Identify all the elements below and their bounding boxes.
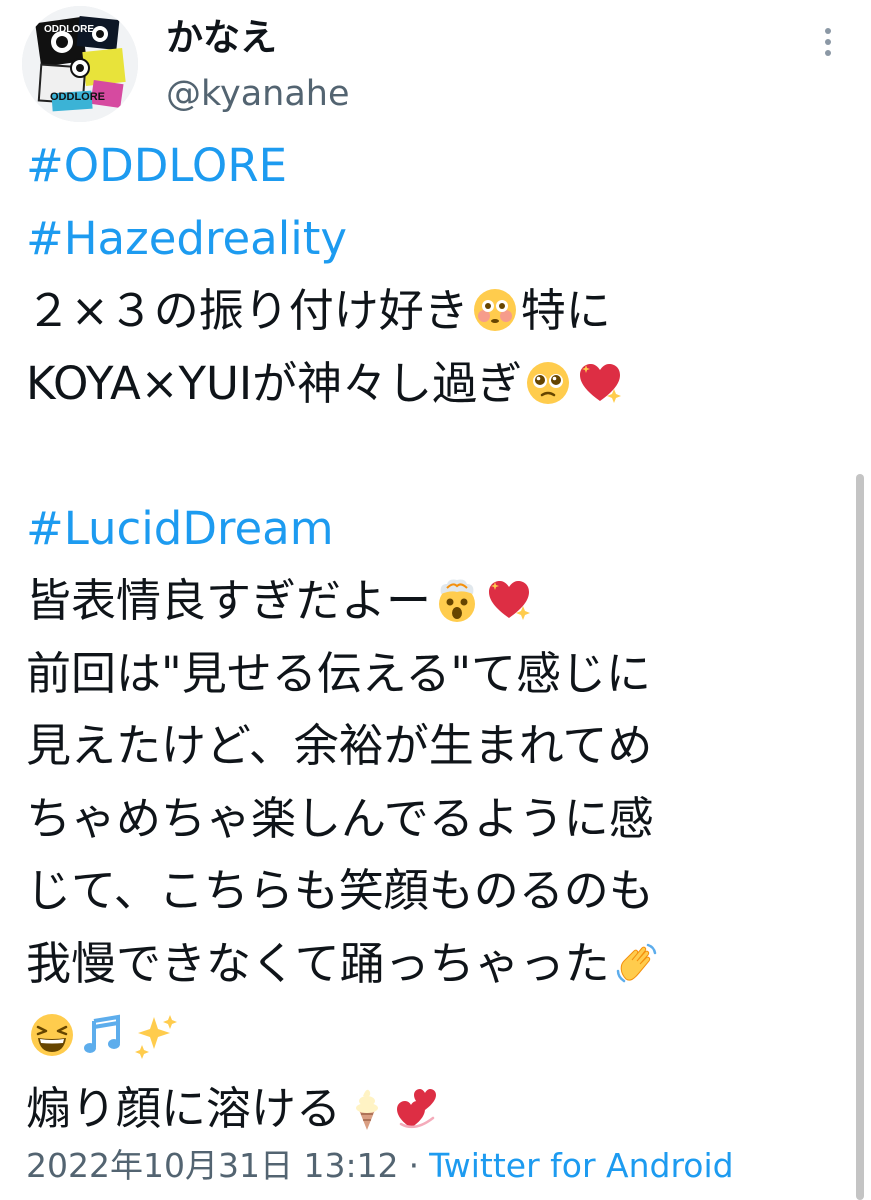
tweet-meta: 2022年10月31日 13:12 · Twitter for Android [26, 1142, 734, 1190]
tweet-text-segment: 特に [520, 284, 611, 337]
tweet-line: 皆表情良すぎだよー [26, 565, 826, 638]
tweet-text-segment: 前回は"見せる伝える"て感じに [26, 646, 652, 700]
tweet-card: ODDLORE ODDLORE かなえ @kyanahe #ODDLORE #Ha… [0, 0, 871, 1200]
source-link[interactable]: Twitter for Android [429, 1146, 734, 1185]
tweet-text-segment: じて、こちらも笑顔ものるのも [26, 864, 654, 917]
author-display-name[interactable]: かなえ [166, 10, 277, 66]
tweet-line [26, 1000, 826, 1073]
tweet-text-segment: ２×３の振り付け好き [26, 284, 469, 337]
sparkling-heart-emoji [485, 576, 533, 624]
avatar-image: ODDLORE ODDLORE [22, 6, 138, 122]
tweet-line [26, 420, 826, 493]
avatar-text-bottom: ODDLORE [50, 91, 105, 103]
tweet-text-segment: 見えたけど、余裕が生まれてめ [26, 719, 653, 772]
tweet-line: 前回は"見せる伝える"て感じに [26, 638, 826, 711]
soft-ice-cream-emoji [343, 1084, 391, 1132]
hashtag-link[interactable]: #LucidDream [26, 502, 334, 555]
tweet-line: #ODDLORE [26, 130, 826, 203]
tweet-line: #Hazedreality [26, 203, 826, 276]
tweet-line: #LucidDream [26, 493, 826, 566]
avatar[interactable]: ODDLORE ODDLORE [22, 6, 138, 122]
tweet-line: 我慢できなくて踊っちゃった [26, 928, 826, 1001]
tweet-text-segment: 煽り顔に溶ける [26, 1081, 342, 1135]
hashtag-link[interactable]: #Hazedreality [26, 212, 347, 265]
exploding-head-emoji [433, 576, 481, 624]
tweet-text-segment: 我慢できなくて踊っちゃった [26, 936, 610, 990]
sparkling-heart-emoji [576, 359, 624, 407]
tweet-line: ちゃめちゃ楽しんでるように感 [26, 783, 826, 856]
scrollbar[interactable] [856, 474, 864, 1200]
tweet-line: じて、こちらも笑顔ものるのも [26, 855, 826, 928]
hashtag-link[interactable]: #ODDLORE [26, 139, 287, 192]
sparkles-emoji [132, 1011, 180, 1059]
tweet-text-segment: 皆表情良すぎだよー [26, 574, 432, 627]
vertical-ellipsis-icon [825, 28, 831, 56]
tweet-text-segment: ちゃめちゃ楽しんでるように感 [26, 791, 654, 845]
author-handle[interactable]: @kyanahe [166, 68, 350, 120]
more-options-button[interactable] [815, 24, 841, 60]
grinning-squinting-face-emoji [28, 1011, 76, 1059]
two-hearts-emoji [395, 1084, 443, 1132]
tweet-line: 見えたけど、余裕が生まれてめ [26, 710, 826, 783]
flushed-face-emoji [471, 286, 519, 334]
timestamp[interactable]: 2022年10月31日 13:12 [26, 1146, 399, 1185]
tweet-line: 煽り顔に溶ける [26, 1073, 826, 1146]
musical-notes-emoji [80, 1011, 128, 1059]
avatar-text-top: ODDLORE [44, 24, 94, 35]
tweet-text-segment: KOYA×YUIが神々し過ぎ [26, 356, 523, 410]
tweet-line: ２×３の振り付け好き 特に [26, 275, 826, 348]
tweet-line: KOYA×YUIが神々し過ぎ [26, 348, 826, 421]
pleading-face-emoji [524, 359, 572, 407]
waving-hand-emoji [612, 939, 660, 987]
tweet-text: #ODDLORE #Hazedreality ２×３の振り付け好き 特に KOYA×YU… [26, 130, 826, 1145]
meta-separator: · [408, 1146, 420, 1185]
